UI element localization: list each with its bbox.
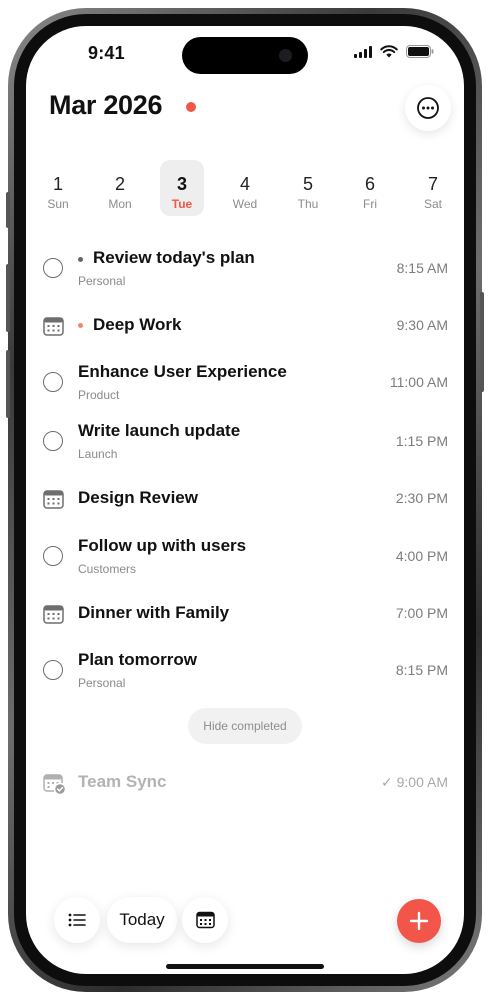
task-time: 8:15 AM: [396, 260, 448, 276]
accent-dot: [186, 102, 196, 112]
hide-completed-button[interactable]: Hide completed: [188, 708, 302, 744]
task-time: 4:00 PM: [395, 548, 448, 564]
task-row[interactable]: Write launch update Launch 1:15 PM: [26, 415, 464, 465]
list-icon: [68, 913, 86, 927]
day-number: 2: [114, 174, 125, 194]
home-indicator: [166, 964, 324, 969]
day-name: Sun: [47, 197, 69, 211]
event-row[interactable]: Design Review 2:30 PM: [26, 473, 464, 523]
complete-checkbox[interactable]: [43, 660, 63, 680]
cellular-signal-icon: [354, 45, 372, 58]
plus-icon: [409, 911, 429, 931]
task-subtitle: Personal: [78, 676, 126, 690]
day-number: 5: [302, 174, 313, 194]
add-button[interactable]: [397, 899, 441, 943]
day-name: Wed: [232, 197, 258, 211]
event-time: 7:00 PM: [395, 605, 448, 621]
complete-checkbox[interactable]: [43, 258, 63, 278]
task-subtitle: Launch: [78, 447, 118, 461]
completed-event-time: ✓ 9:00 AM: [381, 774, 448, 790]
task-time: 11:00 AM: [389, 374, 448, 390]
bullet-dot: [78, 257, 83, 262]
task-title: Write launch update: [78, 421, 241, 440]
task-time: 8:15 PM: [395, 662, 448, 678]
completed-event-row[interactable]: Team Sync ✓ 9:00 AM: [26, 757, 464, 807]
task-row[interactable]: Review today's plan Personal 8:15 AM: [26, 242, 464, 292]
event-title: Deep Work: [93, 315, 182, 334]
status-time: 9:41: [88, 43, 125, 63]
task-subtitle: Customers: [78, 562, 137, 576]
event-time: 2:30 PM: [395, 490, 448, 506]
day-name: Mon: [108, 197, 132, 211]
day-sun[interactable]: 1 Sun: [36, 160, 80, 216]
wifi-icon: [380, 45, 398, 58]
calendar-icon: [43, 317, 64, 336]
day-number: 7: [427, 174, 438, 194]
event-title: Dinner with Family: [78, 603, 230, 622]
event-row[interactable]: Dinner with Family 7:00 PM: [26, 588, 464, 638]
day-number: 3: [176, 174, 187, 194]
day-tue[interactable]: 3 Tue: [160, 160, 204, 216]
task-title: Enhance User Experience: [78, 362, 287, 381]
month-title[interactable]: Mar 2026: [49, 90, 162, 121]
day-number: 4: [239, 174, 250, 194]
day-mon[interactable]: 2 Mon: [98, 160, 142, 216]
calendar-view-button[interactable]: [182, 897, 228, 943]
day-fri[interactable]: 6 Fri: [348, 160, 392, 216]
day-name: Fri: [363, 197, 377, 211]
event-time: 9:30 AM: [396, 317, 448, 333]
complete-checkbox[interactable]: [43, 431, 63, 451]
task-time: 1:15 PM: [395, 433, 448, 449]
day-wed[interactable]: 4 Wed: [223, 160, 267, 216]
task-title: Plan tomorrow: [78, 650, 198, 669]
day-sat[interactable]: 7 Sat: [411, 160, 455, 216]
complete-checkbox[interactable]: [43, 546, 63, 566]
task-title: Review today's plan: [93, 248, 255, 267]
complete-checkbox[interactable]: [43, 372, 63, 392]
action-button: [6, 192, 10, 228]
calendar-icon: [43, 605, 64, 624]
calendar-icon: [43, 490, 64, 509]
power-button: [480, 292, 484, 392]
calendar-check-icon: [43, 774, 67, 795]
screen: 9:41 Mar 2026 1 Sun 2 Mon 3 Tue 4 Wed 5 …: [26, 26, 464, 974]
list-view-button[interactable]: [54, 897, 100, 943]
dynamic-island: [182, 37, 308, 74]
calendar-icon: [195, 911, 215, 929]
ellipsis-circle-icon: [417, 97, 439, 119]
volume-up-button: [6, 264, 10, 332]
today-button[interactable]: Today: [107, 897, 177, 943]
day-number: 6: [364, 174, 375, 194]
day-name: Sat: [423, 197, 442, 211]
day-name: Thu: [297, 197, 319, 211]
day-name: Tue: [171, 197, 193, 211]
battery-icon: [406, 45, 434, 58]
task-subtitle: Personal: [78, 274, 126, 288]
bullet-dot: [78, 323, 83, 328]
task-title: Follow up with users: [78, 536, 247, 555]
status-icons: [354, 45, 434, 58]
task-row[interactable]: Plan tomorrow Personal 8:15 PM: [26, 644, 464, 694]
more-button[interactable]: [405, 85, 451, 131]
completed-event-title: Team Sync: [78, 772, 167, 791]
day-thu[interactable]: 5 Thu: [286, 160, 330, 216]
task-row[interactable]: Follow up with users Customers 4:00 PM: [26, 530, 464, 580]
event-row[interactable]: Deep Work 9:30 AM: [26, 300, 464, 350]
volume-down-button: [6, 350, 10, 418]
day-number: 1: [52, 174, 63, 194]
event-title: Design Review: [78, 488, 198, 507]
task-subtitle: Product: [78, 388, 120, 402]
task-row[interactable]: Enhance User Experience Product 11:00 AM: [26, 356, 464, 406]
week-strip: 1 Sun 2 Mon 3 Tue 4 Wed 5 Thu 6 Fri 7 Sa…: [36, 160, 454, 216]
